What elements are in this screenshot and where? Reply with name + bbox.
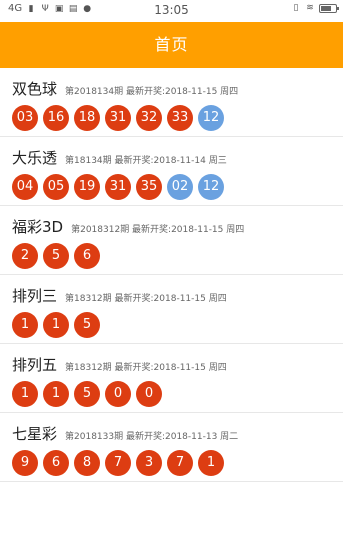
red-ball: 19: [74, 174, 100, 200]
red-ball: 1: [43, 381, 69, 407]
draw-info: 第18312期 最新开奖:2018-11-15 周四: [65, 363, 227, 373]
lottery-row-header: 排列三 第18312期 最新开奖:2018-11-15 周四: [12, 285, 331, 306]
lottery-row-header: 福彩3D 第2018312期 最新开奖:2018-11-15 周四: [12, 216, 331, 237]
lottery-row[interactable]: 福彩3D 第2018312期 最新开奖:2018-11-15 周四 2 5 6: [0, 206, 343, 275]
lottery-row-header: 七星彩 第2018133期 最新开奖:2018-11-13 周二: [12, 423, 331, 444]
blue-ball: 12: [198, 105, 224, 131]
lottery-row[interactable]: 七星彩 第2018133期 最新开奖:2018-11-13 周二 9 6 8 7 3 7 1: [0, 413, 343, 482]
red-ball: 1: [12, 312, 38, 338]
winning-numbers: 256: [12, 243, 331, 269]
red-ball: 35: [136, 174, 162, 200]
lottery-name: 七星彩: [12, 425, 58, 443]
lottery-row[interactable]: 双色球 第2018134期 最新开奖:2018-11-15 周四 03 16 18 31 3…: [0, 68, 343, 137]
red-ball: 5: [74, 381, 100, 407]
red-ball: 7: [167, 450, 193, 476]
red-ball: 3: [136, 450, 162, 476]
red-ball: 0: [105, 381, 131, 407]
battery-icon: [319, 3, 339, 13]
draw-info: 第2018133期 最新开奖:2018-11-13 周二: [65, 432, 239, 442]
red-ball: 16: [43, 105, 69, 131]
red-ball: 1: [198, 450, 224, 476]
red-ball: 31: [105, 105, 131, 131]
draw-info: 第2018312期 最新开奖:2018-11-15 周四: [71, 225, 245, 235]
red-ball: 32: [136, 105, 162, 131]
lottery-row-header: 排列五 第18312期 最新开奖:2018-11-15 周四: [12, 354, 331, 375]
red-ball: 18: [74, 105, 100, 131]
lottery-name: 福彩3D: [12, 218, 64, 236]
winning-numbers: 9687371: [12, 450, 331, 476]
red-ball: 8: [74, 450, 100, 476]
red-ball: 5: [43, 243, 69, 269]
red-ball: 05: [43, 174, 69, 200]
app-header: 首页: [0, 22, 343, 68]
draw-info: 第2018134期 最新开奖:2018-11-15 周四: [65, 87, 239, 97]
red-ball: 6: [74, 243, 100, 269]
red-ball: 5: [74, 312, 100, 338]
lottery-list: 双色球 第2018134期 最新开奖:2018-11-15 周四 03 16 18 31 3…: [0, 68, 343, 482]
draw-info: 第18312期 最新开奖:2018-11-15 周四: [65, 294, 227, 304]
lottery-row-header: 大乐透 第18134期 最新开奖:2018-11-14 周三: [12, 147, 331, 168]
red-ball: 04: [12, 174, 38, 200]
lottery-name: 双色球: [12, 80, 58, 98]
status-bar: 4G ▮ Ψ ▣ ▤ ● 13:05 ▯ ≋: [0, 0, 343, 22]
lottery-row[interactable]: 大乐透 第18134期 最新开奖:2018-11-14 周三 04 05 19 31 35 0…: [0, 137, 343, 206]
red-ball: 9: [12, 450, 38, 476]
red-ball: 33: [167, 105, 193, 131]
winning-numbers: 03 16 18 31 32 33 12: [12, 105, 331, 131]
red-ball: 1: [43, 312, 69, 338]
lottery-row[interactable]: 排列五 第18312期 最新开奖:2018-11-15 周四 1 1 5 0 0: [0, 344, 343, 413]
lottery-row-header: 双色球 第2018134期 最新开奖:2018-11-15 周四: [12, 78, 331, 99]
lottery-name: 排列五: [12, 356, 58, 374]
winning-numbers: 11500: [12, 381, 331, 407]
red-ball: 03: [12, 105, 38, 131]
blue-ball: 02: [167, 174, 193, 200]
lottery-name: 排列三: [12, 287, 58, 305]
wifi-icon: ≋: [306, 3, 314, 13]
red-ball: 1: [12, 381, 38, 407]
draw-info: 第18134期 最新开奖:2018-11-14 周三: [65, 156, 227, 166]
vibrate-icon: ▯: [293, 3, 299, 13]
winning-numbers: 115: [12, 312, 331, 338]
status-right: ▯ ≋: [291, 3, 339, 13]
lottery-row[interactable]: 排列三 第18312期 最新开奖:2018-11-15 周四 1 1 5: [0, 275, 343, 344]
red-ball: 31: [105, 174, 131, 200]
winning-numbers: 04 05 19 31 35 02 12: [12, 174, 331, 200]
red-ball: 7: [105, 450, 131, 476]
red-ball: 0: [136, 381, 162, 407]
lottery-name: 大乐透: [12, 149, 58, 167]
red-ball: 2: [12, 243, 38, 269]
red-ball: 6: [43, 450, 69, 476]
blue-ball: 12: [198, 174, 224, 200]
page-title: 首页: [154, 35, 189, 54]
